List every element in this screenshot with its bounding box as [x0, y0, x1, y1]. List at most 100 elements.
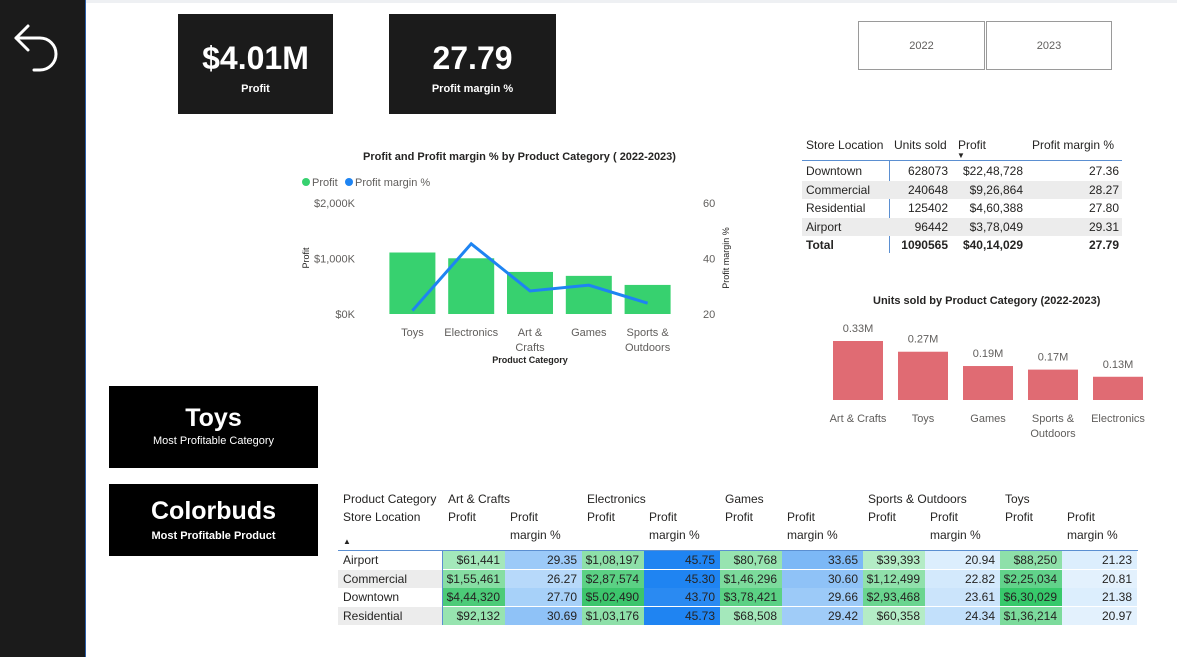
matrix-measure-header: Profit	[1067, 510, 1096, 524]
table-row[interactable]: Downtown 628073 $22,48,728 27.36	[802, 162, 1122, 180]
matrix-profit-cell: $80,768	[720, 551, 782, 569]
x-tick-label: Art &	[518, 327, 543, 339]
table-row[interactable]: Airport 96442 $3,78,049 29.31	[802, 217, 1122, 236]
year-slicer-2022[interactable]: 2022	[858, 21, 985, 70]
matrix-margin-cell: 27.70	[505, 588, 582, 606]
combo-chart-title: Profit and Profit margin % by Product Ca…	[363, 151, 676, 163]
x-tick-label: Sports &	[1032, 413, 1075, 425]
x-tick-label: Toys	[912, 413, 935, 425]
table-cell: $3,78,049	[969, 219, 1023, 234]
table-header[interactable]: Profit	[958, 138, 986, 152]
matrix-measure-header: margin %	[930, 528, 981, 542]
y-tick-label: $0K	[335, 309, 355, 321]
bar-units	[898, 351, 948, 400]
matrix-profit-cell: $68,508	[720, 606, 782, 625]
table-total-row[interactable]: Total 1090565 $40,14,029 27.79	[802, 236, 1122, 254]
matrix-profit-cell: $88,250	[1000, 551, 1062, 569]
data-label: 0.27M	[908, 334, 939, 346]
matrix-margin-cell: 30.69	[505, 606, 582, 625]
data-label: 0.19M	[973, 348, 1004, 360]
legend-marker-margin	[345, 178, 353, 186]
table-cell: $9,26,864	[969, 182, 1023, 197]
table-row[interactable]: Commercial 240648 $9,26,864 28.27	[802, 180, 1122, 199]
kpi-value: 27.79	[432, 40, 513, 76]
table-header[interactable]: Units sold	[894, 138, 947, 152]
matrix-row-label[interactable]: Airport	[338, 551, 442, 569]
matrix-margin-cell: 21.38	[1062, 588, 1137, 606]
matrix-profit-cell: $1,55,461	[443, 569, 505, 588]
matrix-margin-cell: 22.82	[925, 569, 1000, 588]
kpi-label: Profit	[241, 83, 270, 95]
card-value: Colorbuds	[151, 497, 276, 525]
top-border	[86, 0, 1177, 3]
table-cell: Airport	[806, 219, 842, 234]
sort-asc-icon: ▲	[343, 537, 351, 546]
table-cell: 27.79	[1088, 238, 1119, 252]
matrix-profit-cell: $61,441	[443, 551, 505, 569]
matrix-margin-cell: 29.42	[782, 606, 863, 625]
most-profitable-category-card: Toys Most Profitable Category	[109, 386, 318, 468]
table-cell: 1090565	[901, 238, 948, 252]
x-tick-label: Toys	[401, 327, 424, 339]
x-tick-label: Crafts	[515, 342, 545, 354]
legend-marker-profit	[302, 178, 310, 186]
bar-profit	[448, 258, 495, 314]
matrix-profit-cell: $5,02,490	[582, 588, 644, 606]
matrix-measure-header: Profit	[868, 510, 897, 524]
matrix-profit-cell: $1,46,296	[720, 569, 782, 588]
matrix-measure-header: Profit	[649, 510, 678, 524]
kpi-card-profit: $4.01M Profit	[178, 14, 333, 114]
kpi-label: Profit margin %	[431, 83, 514, 95]
matrix-measure-header: Profit	[448, 510, 477, 524]
table-header[interactable]: Profit margin %	[1032, 138, 1114, 152]
bar-units	[833, 341, 883, 400]
y2-axis-title: Profit margin %	[721, 227, 731, 289]
matrix-profit-cell: $1,03,176	[582, 606, 644, 625]
back-arrow-icon[interactable]	[12, 18, 62, 74]
matrix-margin-cell: 30.60	[782, 569, 863, 588]
matrix-measure-header: Profit	[1005, 510, 1034, 524]
matrix-margin-cell: 29.66	[782, 588, 863, 606]
matrix-row-label[interactable]: Residential	[338, 606, 442, 625]
table-cell: 628073	[907, 164, 948, 178]
bar-units	[1093, 376, 1143, 400]
card-label: Most Profitable Product	[151, 530, 276, 542]
year-slicer-2023[interactable]: 2023	[986, 21, 1112, 70]
table-cell: $22,48,728	[962, 164, 1023, 178]
y2-tick-label: 60	[703, 198, 715, 210]
matrix-margin-cell: 20.81	[1062, 569, 1137, 588]
matrix-category-header: Electronics	[587, 492, 646, 506]
matrix-margin-cell: 45.73	[644, 606, 720, 625]
table-cell: 96442	[914, 219, 948, 234]
table-header[interactable]: Store Location	[806, 138, 883, 152]
sidebar-divider	[85, 0, 86, 657]
matrix-profit-cell: $39,393	[863, 551, 925, 569]
x-tick-label: Games	[571, 327, 607, 339]
sidebar	[0, 0, 85, 657]
table-row[interactable]: Residential 125402 $4,60,388 27.80	[802, 199, 1122, 217]
matrix-profit-cell: $1,12,499	[863, 569, 925, 588]
matrix-margin-cell: 43.70	[644, 588, 720, 606]
matrix-measure-header: margin %	[787, 528, 838, 542]
bar-units	[1028, 369, 1078, 400]
x-tick-label: Art & Crafts	[830, 413, 887, 425]
y2-tick-label: 20	[703, 309, 715, 321]
matrix-margin-cell: 45.75	[644, 551, 720, 569]
units-chart-title: Units sold by Product Category (2022-202…	[873, 295, 1101, 307]
table-cell: 27.80	[1088, 201, 1119, 215]
matrix-row-label[interactable]: Downtown	[338, 588, 442, 606]
matrix-profit-cell: $2,93,468	[863, 588, 925, 606]
table-cell: $4,60,388	[969, 201, 1023, 215]
matrix-margin-cell: 45.30	[644, 569, 720, 588]
matrix-margin-cell: 20.94	[925, 551, 1000, 569]
matrix-profit-cell: $2,87,574	[582, 569, 644, 588]
kpi-card-profit-margin: 27.79 Profit margin %	[389, 14, 556, 114]
matrix-measure-header: Profit	[787, 510, 816, 524]
table-cell: Downtown	[806, 164, 863, 178]
matrix-measure-header: Profit	[725, 510, 754, 524]
matrix-measure-header: Profit	[510, 510, 539, 524]
x-tick-label: Electronics	[1091, 413, 1145, 425]
matrix-row-label[interactable]: Commercial	[338, 569, 442, 588]
matrix-profit-cell: $92,132	[443, 606, 505, 625]
matrix-profit-cell: $6,30,029	[1000, 588, 1062, 606]
